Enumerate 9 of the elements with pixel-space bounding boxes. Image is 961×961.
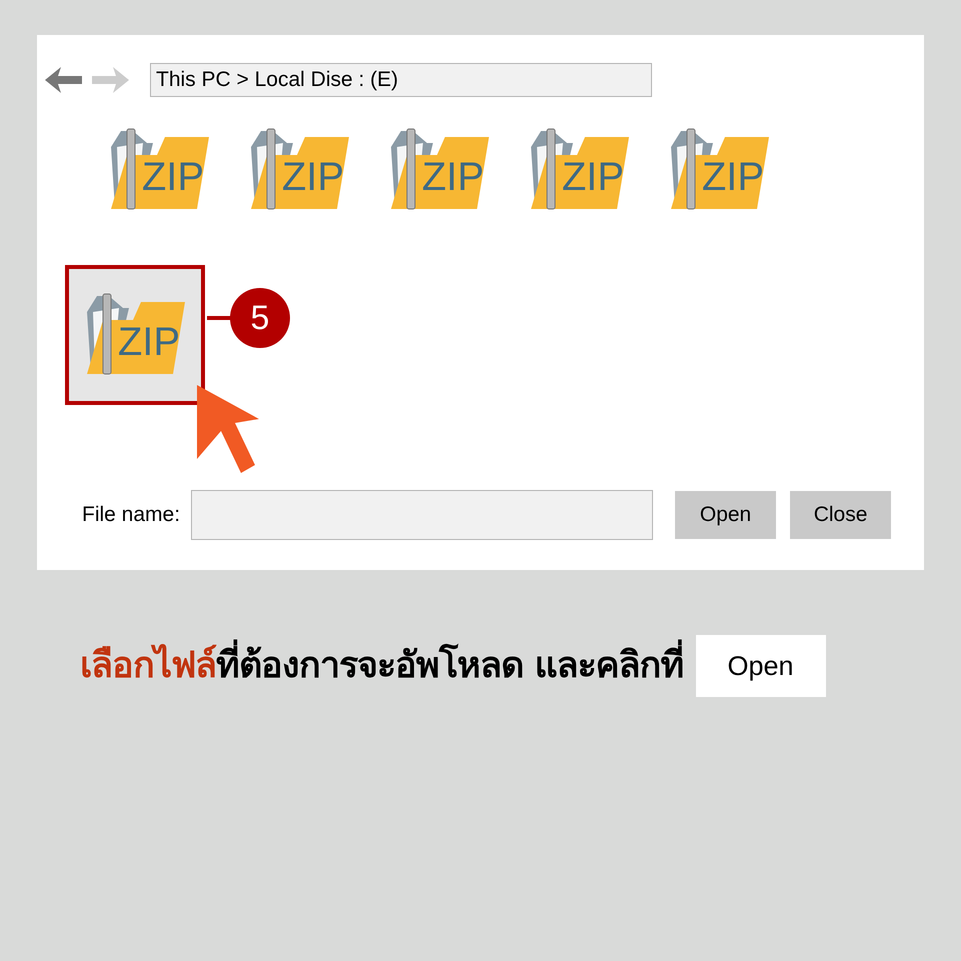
dialog-button[interactable]: Open	[675, 491, 776, 539]
instruction-text: เลือกไฟล์ที่ต้องการจะอัพโหลด และคลิกที่	[80, 639, 684, 693]
back-arrow-icon[interactable]	[45, 66, 83, 94]
dialog-button[interactable]: Close	[790, 491, 892, 539]
forward-arrow-icon[interactable]	[91, 66, 129, 94]
step-badge: 5	[230, 288, 290, 348]
file-name-label: File name:	[82, 502, 180, 528]
file-name-field[interactable]	[191, 490, 654, 540]
address-bar[interactable]: This PC > Local Dise : (E)	[150, 63, 652, 97]
